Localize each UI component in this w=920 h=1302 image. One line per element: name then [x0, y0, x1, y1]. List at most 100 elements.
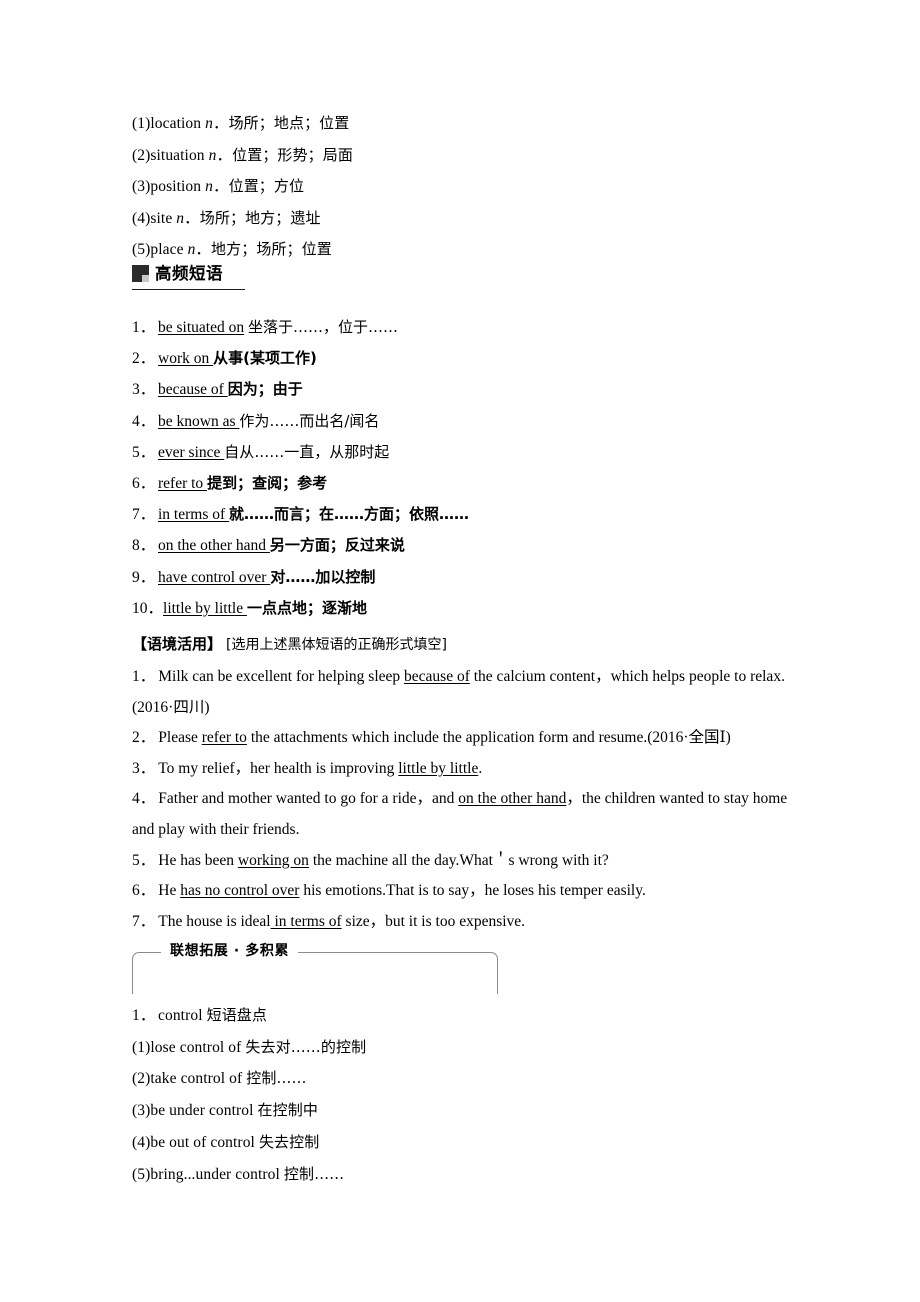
phrase-english: have control over [158, 568, 271, 586]
sense-marker: (1) [132, 115, 151, 132]
sense-pos: n [187, 241, 196, 258]
phrase-item: 3． because of 因为；由于 [132, 374, 469, 405]
control-english: be under control [150, 1102, 258, 1120]
exercise-text: the attachments which include the applic… [246, 729, 731, 747]
control-heading-english: control [158, 1007, 207, 1024]
sense-pos: n [176, 209, 185, 227]
control-english: lose control of [150, 1038, 246, 1056]
exercise-text: size，but it is too expensive. [341, 912, 526, 930]
word-sense-item: (2)situation n．位置；形势；局面 [132, 145, 353, 164]
phrase-chinese: 从事(某项工作) [213, 349, 317, 368]
block-square-icon [132, 265, 149, 282]
control-marker: (5) [132, 1165, 151, 1183]
phrase-item: 2． work on 从事(某项工作) [132, 343, 469, 374]
control-marker: (1) [132, 1038, 151, 1056]
exercise-item: 6． He has no control over his emotions.Th… [132, 876, 792, 907]
phrase-number: 7． [132, 506, 156, 524]
word-sense-item: (5)place n．地方；场所；位置 [132, 240, 332, 258]
exercise-text: the machine all the day.What＇s wrong wit… [308, 851, 609, 869]
sense-gloss: 位置；方位 [228, 177, 305, 195]
exercise-answer: little by little [398, 759, 479, 777]
exercise-text: Please [158, 729, 202, 747]
exercise-text: Milk can be excellent for helping sleep [158, 668, 405, 685]
exercise-answer: because of [404, 668, 470, 685]
exercise-answer: has no control over [180, 882, 300, 900]
sense-gloss: 场所；地方；遗址 [199, 208, 321, 227]
sense-marker: (5) [132, 241, 151, 258]
phrase-english: because of [158, 381, 228, 399]
exercise-answer: in terms of [270, 912, 342, 930]
sense-word: location [150, 115, 202, 132]
control-phrase-item: (3)be under control 在控制中 [132, 1095, 366, 1127]
phrase-number: 6． [132, 475, 156, 493]
phrase-english: on the other hand [158, 537, 270, 555]
exercise-number: 1． [132, 668, 156, 685]
phrase-number: 4． [132, 412, 156, 430]
sense-word: position [150, 178, 202, 195]
exercise-directive: 【语境活用】 [选用上述黑体短语的正确形式填空] [132, 632, 447, 657]
phrase-chinese: 作为……而出名/闻名 [239, 411, 380, 430]
phrase-chinese: 另一方面；反过来说 [269, 536, 405, 555]
exercise-number: 4． [132, 790, 156, 808]
phrase-item: 6． refer to 提到；查阅；参考 [132, 468, 469, 499]
phrase-item: 10．little by little 一点点地；逐渐地 [132, 593, 469, 624]
word-sense-item: (1)location n．场所；地点；位置 [132, 114, 350, 132]
phrase-chinese: 坐落于……，位于…… [247, 318, 398, 336]
exercise-list: 1． Milk can be excellent for helping slee… [132, 662, 792, 937]
sense-word: situation [150, 146, 205, 164]
association-box: 联想拓展 · 多积累 [132, 942, 498, 994]
phrase-item: 9． have control over 对……加以控制 [132, 562, 469, 593]
exercise-answer: on the other hand [458, 790, 567, 808]
exercise-text: The house is ideal [158, 912, 271, 930]
exercise-text: He [158, 882, 181, 900]
exercise-number: 5． [132, 851, 156, 869]
word-sense-item: (4)site n．场所；地方；遗址 [132, 208, 321, 227]
phrase-item: 5． ever since 自从……一直，从那时起 [132, 437, 469, 468]
exercise-item: 7． The house is ideal in terms of size，bu… [132, 907, 792, 938]
control-chinese: 控制…… [246, 1069, 307, 1088]
sense-gloss: 地方；场所；位置 [211, 240, 332, 258]
section-underline [132, 289, 245, 290]
phrase-number: 3． [132, 381, 156, 399]
phrase-number: 10． [132, 599, 164, 617]
word-sense-list: (1)location n．场所；地点；位置 (2)situation n．位置… [132, 108, 353, 266]
exercise-number: 6． [132, 882, 156, 900]
sense-word: site [150, 209, 173, 227]
word-sense-item: (3)position n．位置；方位 [132, 177, 305, 195]
exercise-text: He has been [158, 851, 238, 869]
sense-pos: n [205, 115, 213, 132]
exercise-text: To my relief，her health is improving [158, 759, 399, 777]
exercise-number: 2． [132, 729, 156, 747]
exercise-answer: working on [237, 851, 309, 869]
phrase-chinese: 提到；查阅；参考 [207, 474, 328, 493]
control-marker: (4) [132, 1133, 151, 1151]
directive-body: [选用上述黑体短语的正确形式填空] [226, 637, 447, 653]
exercise-item: 4． Father and mother wanted to go for a r… [132, 784, 792, 845]
control-heading-chinese: 短语盘点 [206, 1006, 267, 1024]
phrase-english: be situated on [158, 319, 245, 336]
phrase-chinese: 因为；由于 [227, 380, 303, 399]
exercise-item: 5． He has been working on the machine all… [132, 846, 792, 877]
phrase-english: ever since [158, 443, 225, 461]
control-heading-number: 1． [132, 1007, 156, 1024]
phrase-list: 1． be situated on 坐落于……，位于…… 2． work on 从事… [132, 312, 469, 624]
phrase-english: little by little [163, 599, 247, 617]
phrase-item: 4． be known as 作为……而出名/闻名 [132, 406, 469, 437]
sense-word: place [150, 241, 184, 258]
phrase-item: 7． in terms of 就……而言；在……方面；依照…… [132, 499, 469, 530]
phrase-item: 1． be situated on 坐落于……，位于…… [132, 312, 469, 343]
control-chinese: 在控制中 [257, 1101, 318, 1120]
control-phrase-item: (1)lose control of 失去对……的控制 [132, 1032, 366, 1064]
phrase-number: 1． [132, 319, 156, 336]
document-page: (1)location n．场所；地点；位置 (2)situation n．位置… [132, 0, 790, 1302]
phrase-chinese: 自从……一直，从那时起 [224, 442, 390, 461]
exercise-text: his emotions.That is to say，he loses his… [299, 882, 646, 900]
section-title: 高频短语 [155, 264, 223, 283]
exercise-item: 1． Milk can be excellent for helping slee… [132, 662, 792, 723]
control-phrase-item: (5)bring...under control 控制…… [132, 1159, 366, 1191]
phrase-number: 2． [132, 350, 156, 368]
sense-marker: (3) [132, 178, 151, 195]
control-english: be out of control [150, 1133, 259, 1151]
exercise-number: 3． [132, 759, 156, 777]
phrase-english: in terms of [158, 506, 230, 524]
